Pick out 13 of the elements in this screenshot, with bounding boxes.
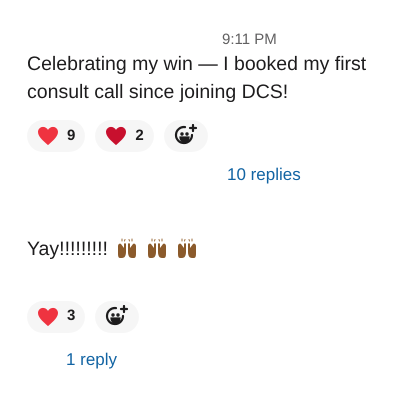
reaction-button[interactable]: 2 bbox=[95, 120, 154, 152]
replies-link[interactable]: 10 replies bbox=[227, 162, 301, 188]
message-text: Yay!!!!!!!!! bbox=[27, 236, 108, 262]
raised-hands-icon bbox=[176, 238, 198, 260]
raised-hands-icon bbox=[116, 238, 138, 260]
reaction-button[interactable]: 3 bbox=[27, 300, 86, 332]
add-reaction-button[interactable] bbox=[95, 300, 140, 332]
replies-link[interactable]: 1 reply bbox=[66, 346, 118, 372]
raised-hands-icon bbox=[146, 238, 168, 260]
message-text: Celebrating my win — I booked my first consult call since joining DCS! bbox=[27, 52, 368, 105]
add-reaction-button[interactable] bbox=[164, 120, 208, 152]
reaction-button[interactable]: 9 bbox=[27, 120, 86, 152]
timestamp: 9:11 PM bbox=[222, 30, 278, 50]
